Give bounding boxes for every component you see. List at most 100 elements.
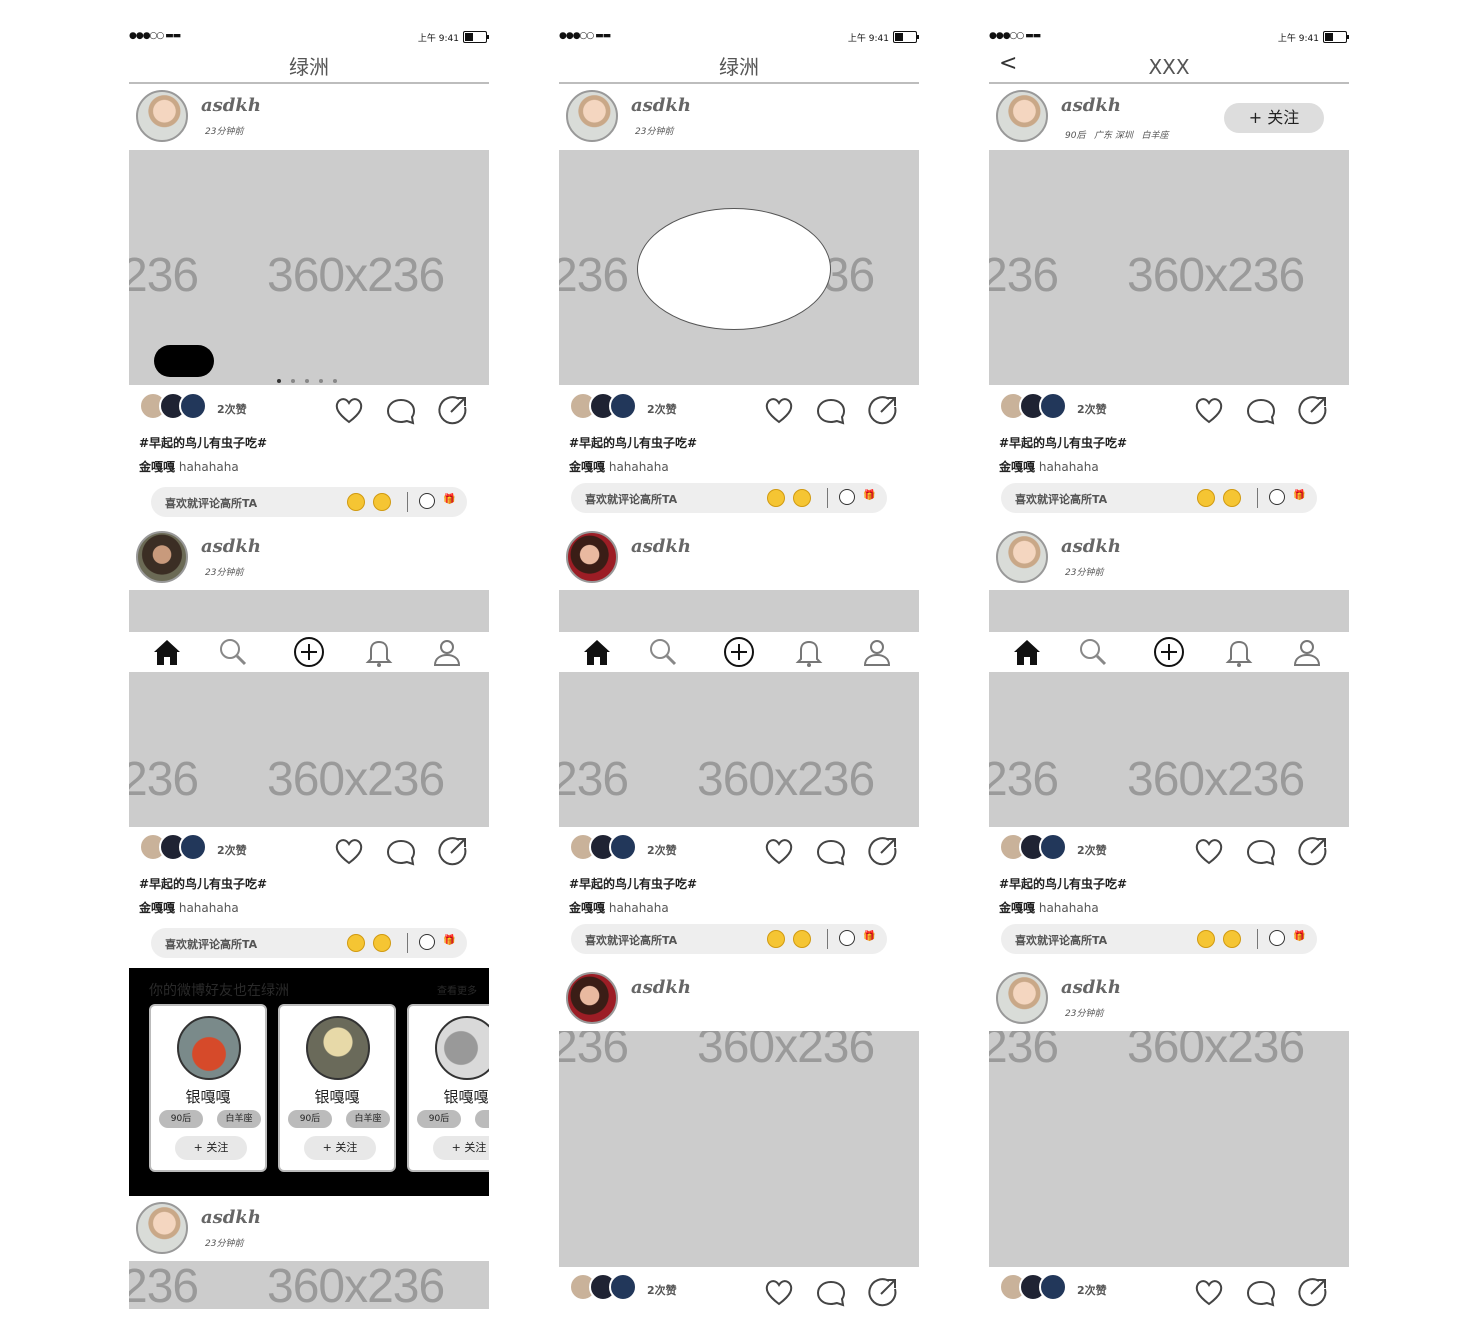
- post-topic[interactable]: #早起的鸟儿有虫子吃#: [999, 875, 1127, 892]
- share-icon[interactable]: [437, 835, 469, 867]
- avatar[interactable]: [566, 972, 618, 1024]
- post-topic[interactable]: #早起的鸟儿有虫子吃#: [139, 434, 267, 451]
- gift-icon[interactable]: 🎁: [863, 490, 875, 501]
- avatar[interactable]: [136, 90, 188, 142]
- suggestion-card[interactable]: 银嘎嘎 90后 白 + 关注: [407, 1004, 489, 1172]
- post-topic[interactable]: #早起的鸟儿有虫子吃#: [569, 434, 697, 451]
- author-name[interactable]: 金嘎嘎: [999, 901, 1035, 915]
- gift-icon[interactable]: 🎁: [1293, 931, 1305, 942]
- avatar[interactable]: [996, 972, 1048, 1024]
- comment-icon[interactable]: [1245, 836, 1277, 868]
- bell-icon[interactable]: [363, 636, 395, 668]
- username[interactable]: asdkh: [201, 1207, 261, 1228]
- comment-box[interactable]: 喜欢就评论高所TA 🎁: [1001, 924, 1317, 954]
- share-icon[interactable]: [1297, 1276, 1329, 1308]
- comment-icon[interactable]: [385, 836, 417, 868]
- avatar[interactable]: [136, 1202, 188, 1254]
- emoji-smile-icon[interactable]: [793, 489, 811, 507]
- heart-icon[interactable]: [763, 394, 795, 426]
- post-image[interactable]: 236 360x236: [559, 1031, 919, 1267]
- comment-icon[interactable]: [1245, 395, 1277, 427]
- follow-button[interactable]: + 关注: [433, 1136, 489, 1160]
- emoji-face-icon[interactable]: [1269, 489, 1285, 505]
- comment-box[interactable]: 喜欢就评论高所TA 🎁: [1001, 483, 1317, 513]
- comment-box[interactable]: 喜欢就评论高所TA 🎁: [571, 924, 887, 954]
- home-icon[interactable]: [1011, 636, 1043, 668]
- post-image[interactable]: 236 360x236: [129, 672, 489, 827]
- gift-icon[interactable]: 🎁: [863, 931, 875, 942]
- comment-icon[interactable]: [815, 395, 847, 427]
- add-icon[interactable]: [293, 636, 325, 668]
- heart-icon[interactable]: [333, 394, 365, 426]
- heart-icon[interactable]: [1193, 835, 1225, 867]
- avatar[interactable]: [996, 90, 1048, 142]
- share-icon[interactable]: [437, 394, 469, 426]
- post-image[interactable]: 236 360x236: [989, 1031, 1349, 1267]
- post-image[interactable]: 236 360x236: [129, 1261, 489, 1309]
- post-topic[interactable]: #早起的鸟儿有虫子吃#: [999, 434, 1127, 451]
- avatar[interactable]: [996, 531, 1048, 583]
- emoji-smile-icon[interactable]: [1223, 930, 1241, 948]
- likers-avatars[interactable]: [999, 392, 1079, 422]
- likers-avatars[interactable]: [139, 392, 219, 422]
- gift-icon[interactable]: 🎁: [1293, 490, 1305, 501]
- author-name[interactable]: 金嘎嘎: [139, 901, 175, 915]
- gift-icon[interactable]: 🎁: [443, 494, 455, 505]
- username[interactable]: asdkh: [1061, 977, 1121, 998]
- suggestion-card[interactable]: 银嘎嘎 90后 白羊座 + 关注: [149, 1004, 267, 1172]
- emoji-face-icon[interactable]: [1269, 930, 1285, 946]
- post-image[interactable]: 236 360x236: [559, 672, 919, 827]
- heart-icon[interactable]: [1193, 394, 1225, 426]
- comment-icon[interactable]: [1245, 1277, 1277, 1309]
- likers-avatars[interactable]: [569, 833, 649, 863]
- author-name[interactable]: 金嘎嘎: [569, 460, 605, 474]
- author-name[interactable]: 金嘎嘎: [139, 460, 175, 474]
- home-icon[interactable]: [151, 636, 183, 668]
- heart-icon[interactable]: [333, 835, 365, 867]
- comment-box[interactable]: 喜欢就评论高所TA 🎁: [151, 487, 467, 517]
- username[interactable]: asdkh: [631, 95, 691, 116]
- author-name[interactable]: 金嘎嘎: [999, 460, 1035, 474]
- search-icon[interactable]: [217, 636, 249, 668]
- username[interactable]: asdkh: [631, 536, 691, 557]
- bell-icon[interactable]: [793, 636, 825, 668]
- emoji-face-icon[interactable]: [839, 930, 855, 946]
- see-more-link[interactable]: 查看更多: [437, 982, 477, 997]
- likers-avatars[interactable]: [569, 392, 649, 422]
- post-image[interactable]: [989, 590, 1349, 632]
- likers-avatars[interactable]: [569, 1273, 649, 1303]
- username[interactable]: asdkh: [1061, 536, 1121, 557]
- post-topic[interactable]: #早起的鸟儿有虫子吃#: [569, 875, 697, 892]
- emoji-smile-icon[interactable]: [793, 930, 811, 948]
- back-icon[interactable]: <: [999, 50, 1017, 78]
- comment-icon[interactable]: [815, 836, 847, 868]
- profile-icon[interactable]: [861, 636, 893, 668]
- post-image[interactable]: 236 360x236: [989, 150, 1349, 385]
- username[interactable]: asdkh: [1061, 95, 1121, 116]
- comment-box[interactable]: 喜欢就评论高所TA 🎁: [571, 483, 887, 513]
- avatar[interactable]: [566, 531, 618, 583]
- likers-avatars[interactable]: [139, 833, 219, 863]
- post-image[interactable]: 236 360x236: [559, 150, 919, 385]
- emoji-smile-icon[interactable]: [373, 934, 391, 952]
- follow-button[interactable]: + 关注: [175, 1136, 247, 1160]
- share-icon[interactable]: [1297, 394, 1329, 426]
- heart-icon[interactable]: [763, 835, 795, 867]
- comment-box[interactable]: 喜欢就评论高所TA 🎁: [151, 928, 467, 958]
- comment-icon[interactable]: [815, 1277, 847, 1309]
- post-image[interactable]: 236 360x236: [989, 672, 1349, 827]
- search-icon[interactable]: [647, 636, 679, 668]
- username[interactable]: asdkh: [201, 95, 261, 116]
- heart-icon[interactable]: [763, 1276, 795, 1308]
- username[interactable]: asdkh: [201, 536, 261, 557]
- emoji-face-icon[interactable]: [839, 489, 855, 505]
- likers-avatars[interactable]: [999, 1273, 1079, 1303]
- emoji-cat-icon[interactable]: [1197, 930, 1215, 948]
- follow-button[interactable]: + 关注: [1224, 103, 1324, 133]
- likers-avatars[interactable]: [999, 833, 1079, 863]
- emoji-cat-icon[interactable]: [347, 493, 365, 511]
- share-icon[interactable]: [867, 835, 899, 867]
- profile-icon[interactable]: [431, 636, 463, 668]
- carousel-dots[interactable]: [277, 368, 347, 383]
- gift-icon[interactable]: 🎁: [443, 935, 455, 946]
